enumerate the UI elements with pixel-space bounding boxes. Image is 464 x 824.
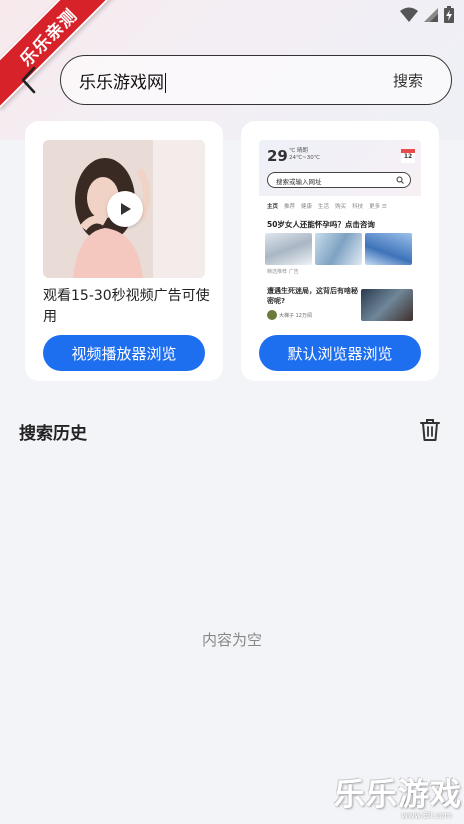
wifi-icon — [400, 7, 418, 22]
trash-icon — [420, 419, 440, 441]
history-empty-text: 内容为空 — [201, 631, 262, 649]
video-player-browse-button[interactable]: 视频播放器浏览 — [43, 335, 205, 371]
play-button[interactable] — [107, 191, 143, 227]
browser-preview-image[interactable]: 29 ℃ 晴朗 24℃~30℃ 12 搜索或输入网址 主页 推荐 健康 生活 购买… — [259, 140, 421, 322]
preview-news-2: 遭遇生死迷局，这背后有啥秘密呢? — [267, 287, 358, 305]
default-browser-card[interactable]: 29 ℃ 晴朗 24℃~30℃ 12 搜索或输入网址 主页 推荐 健康 生活 购买… — [241, 121, 439, 381]
preview-author: 大梯子 12万阅 — [267, 310, 312, 320]
text-caret — [165, 73, 166, 93]
bottom-url-watermark: www.6ll.com — [401, 811, 452, 820]
search-icon — [396, 176, 404, 184]
preview-news-images — [265, 233, 412, 265]
preview-tabs: 主页 推荐 健康 生活 购买 科技 更多 ☰ — [267, 204, 387, 210]
signal-icon — [424, 7, 438, 22]
default-browser-browse-button[interactable]: 默认浏览器浏览 — [259, 335, 421, 371]
preview-tag: 精选推荐 广告 — [267, 269, 299, 275]
play-icon — [121, 203, 131, 215]
clear-history-button[interactable] — [419, 418, 441, 442]
battery-icon — [444, 6, 454, 23]
calendar-icon: 12 — [401, 149, 415, 163]
video-thumbnail[interactable] — [43, 140, 205, 278]
preview-header: 29 ℃ 晴朗 24℃~30℃ 12 搜索或输入网址 — [259, 140, 421, 196]
preview-search-bar: 搜索或输入网址 — [267, 172, 411, 188]
search-button[interactable]: 搜索 — [393, 70, 423, 91]
video-player-card[interactable]: 观看15-30秒视频广告可使用 视频播放器浏览 — [25, 121, 223, 381]
search-input[interactable]: 乐乐游戏网 — [79, 68, 339, 93]
chevron-left-icon — [21, 66, 36, 94]
back-button[interactable] — [14, 64, 46, 96]
search-box[interactable]: 乐乐游戏网 搜索 — [60, 55, 452, 105]
preview-weather: ℃ 晴朗 24℃~30℃ — [289, 148, 320, 161]
preview-news-title: 50岁女人还能怀孕吗？点击咨询 — [267, 220, 375, 229]
avatar — [267, 310, 277, 320]
preview-date: 29 — [267, 147, 288, 165]
bottom-logo-watermark: 乐乐游戏 — [334, 777, 462, 813]
video-card-description: 观看15-30秒视频广告可使用 — [43, 288, 210, 325]
preview-news-image-2 — [361, 289, 413, 321]
search-history-title: 搜索历史 — [19, 424, 87, 444]
